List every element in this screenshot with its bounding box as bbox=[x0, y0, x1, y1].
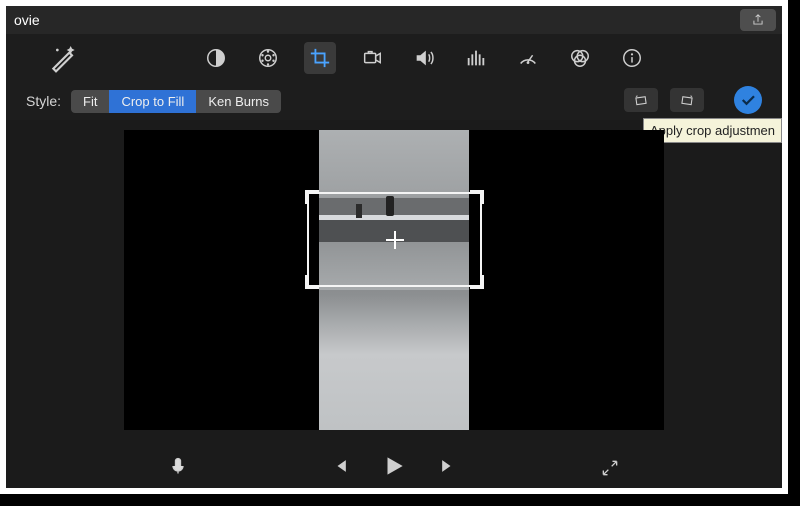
volume-icon bbox=[413, 47, 435, 69]
fullscreen-button[interactable] bbox=[596, 454, 624, 482]
rotate-ccw-button[interactable] bbox=[624, 88, 658, 112]
title-bar: ovie bbox=[6, 6, 782, 34]
speedometer-icon bbox=[517, 47, 539, 69]
style-fit-button[interactable]: Fit bbox=[71, 90, 109, 113]
crop-center-crosshair bbox=[386, 231, 404, 249]
filters-button[interactable] bbox=[564, 42, 596, 74]
magic-wand-icon bbox=[48, 42, 80, 74]
crop-handle-tr[interactable] bbox=[470, 190, 484, 204]
color-correction-button[interactable] bbox=[252, 42, 284, 74]
crop-handle-br[interactable] bbox=[470, 275, 484, 289]
overlapping-circles-icon bbox=[569, 47, 591, 69]
microphone-icon bbox=[168, 456, 188, 476]
previous-frame-button[interactable] bbox=[326, 452, 354, 480]
tool-row bbox=[200, 42, 648, 74]
crop-icon bbox=[309, 47, 331, 69]
style-row: Style: Fit Crop to Fill Ken Burns Apply … bbox=[6, 82, 782, 120]
app-window: ovie bbox=[0, 0, 788, 494]
next-icon bbox=[438, 456, 458, 476]
crop-handle-tl[interactable] bbox=[305, 190, 319, 204]
adjust-toolbar bbox=[6, 34, 782, 82]
style-segmented-control: Fit Crop to Fill Ken Burns bbox=[71, 90, 281, 113]
play-button[interactable] bbox=[380, 452, 408, 480]
preview-viewer[interactable] bbox=[124, 130, 664, 430]
crop-selection[interactable] bbox=[307, 192, 482, 287]
camera-icon bbox=[361, 47, 383, 69]
style-crop-to-fill-button[interactable]: Crop to Fill bbox=[109, 90, 196, 113]
fullscreen-icon bbox=[600, 458, 620, 478]
transport-bar bbox=[6, 438, 782, 494]
rotate-ccw-icon bbox=[631, 92, 651, 108]
style-ken-burns-button[interactable]: Ken Burns bbox=[196, 90, 281, 113]
speed-button[interactable] bbox=[512, 42, 544, 74]
equalizer-icon bbox=[465, 47, 487, 69]
checkmark-icon bbox=[739, 91, 757, 109]
window-title: ovie bbox=[14, 12, 40, 28]
auto-enhance-button[interactable] bbox=[48, 42, 80, 74]
stabilization-button[interactable] bbox=[356, 42, 388, 74]
color-wheel-icon bbox=[257, 47, 279, 69]
share-icon bbox=[751, 13, 765, 27]
color-balance-button[interactable] bbox=[200, 42, 232, 74]
crop-button[interactable] bbox=[304, 42, 336, 74]
rotate-cw-icon bbox=[677, 92, 697, 108]
info-button[interactable] bbox=[616, 42, 648, 74]
share-button[interactable] bbox=[740, 9, 776, 31]
volume-button[interactable] bbox=[408, 42, 440, 74]
color-balance-icon bbox=[205, 47, 227, 69]
style-label: Style: bbox=[26, 93, 61, 109]
voiceover-button[interactable] bbox=[164, 452, 192, 480]
next-frame-button[interactable] bbox=[434, 452, 462, 480]
rotate-cw-button[interactable] bbox=[670, 88, 704, 112]
play-icon bbox=[381, 453, 407, 479]
apply-crop-button[interactable] bbox=[734, 86, 762, 114]
crop-handle-bl[interactable] bbox=[305, 275, 319, 289]
previous-icon bbox=[330, 456, 350, 476]
noise-reduction-button[interactable] bbox=[460, 42, 492, 74]
crop-controls bbox=[624, 86, 762, 114]
info-icon bbox=[621, 47, 643, 69]
